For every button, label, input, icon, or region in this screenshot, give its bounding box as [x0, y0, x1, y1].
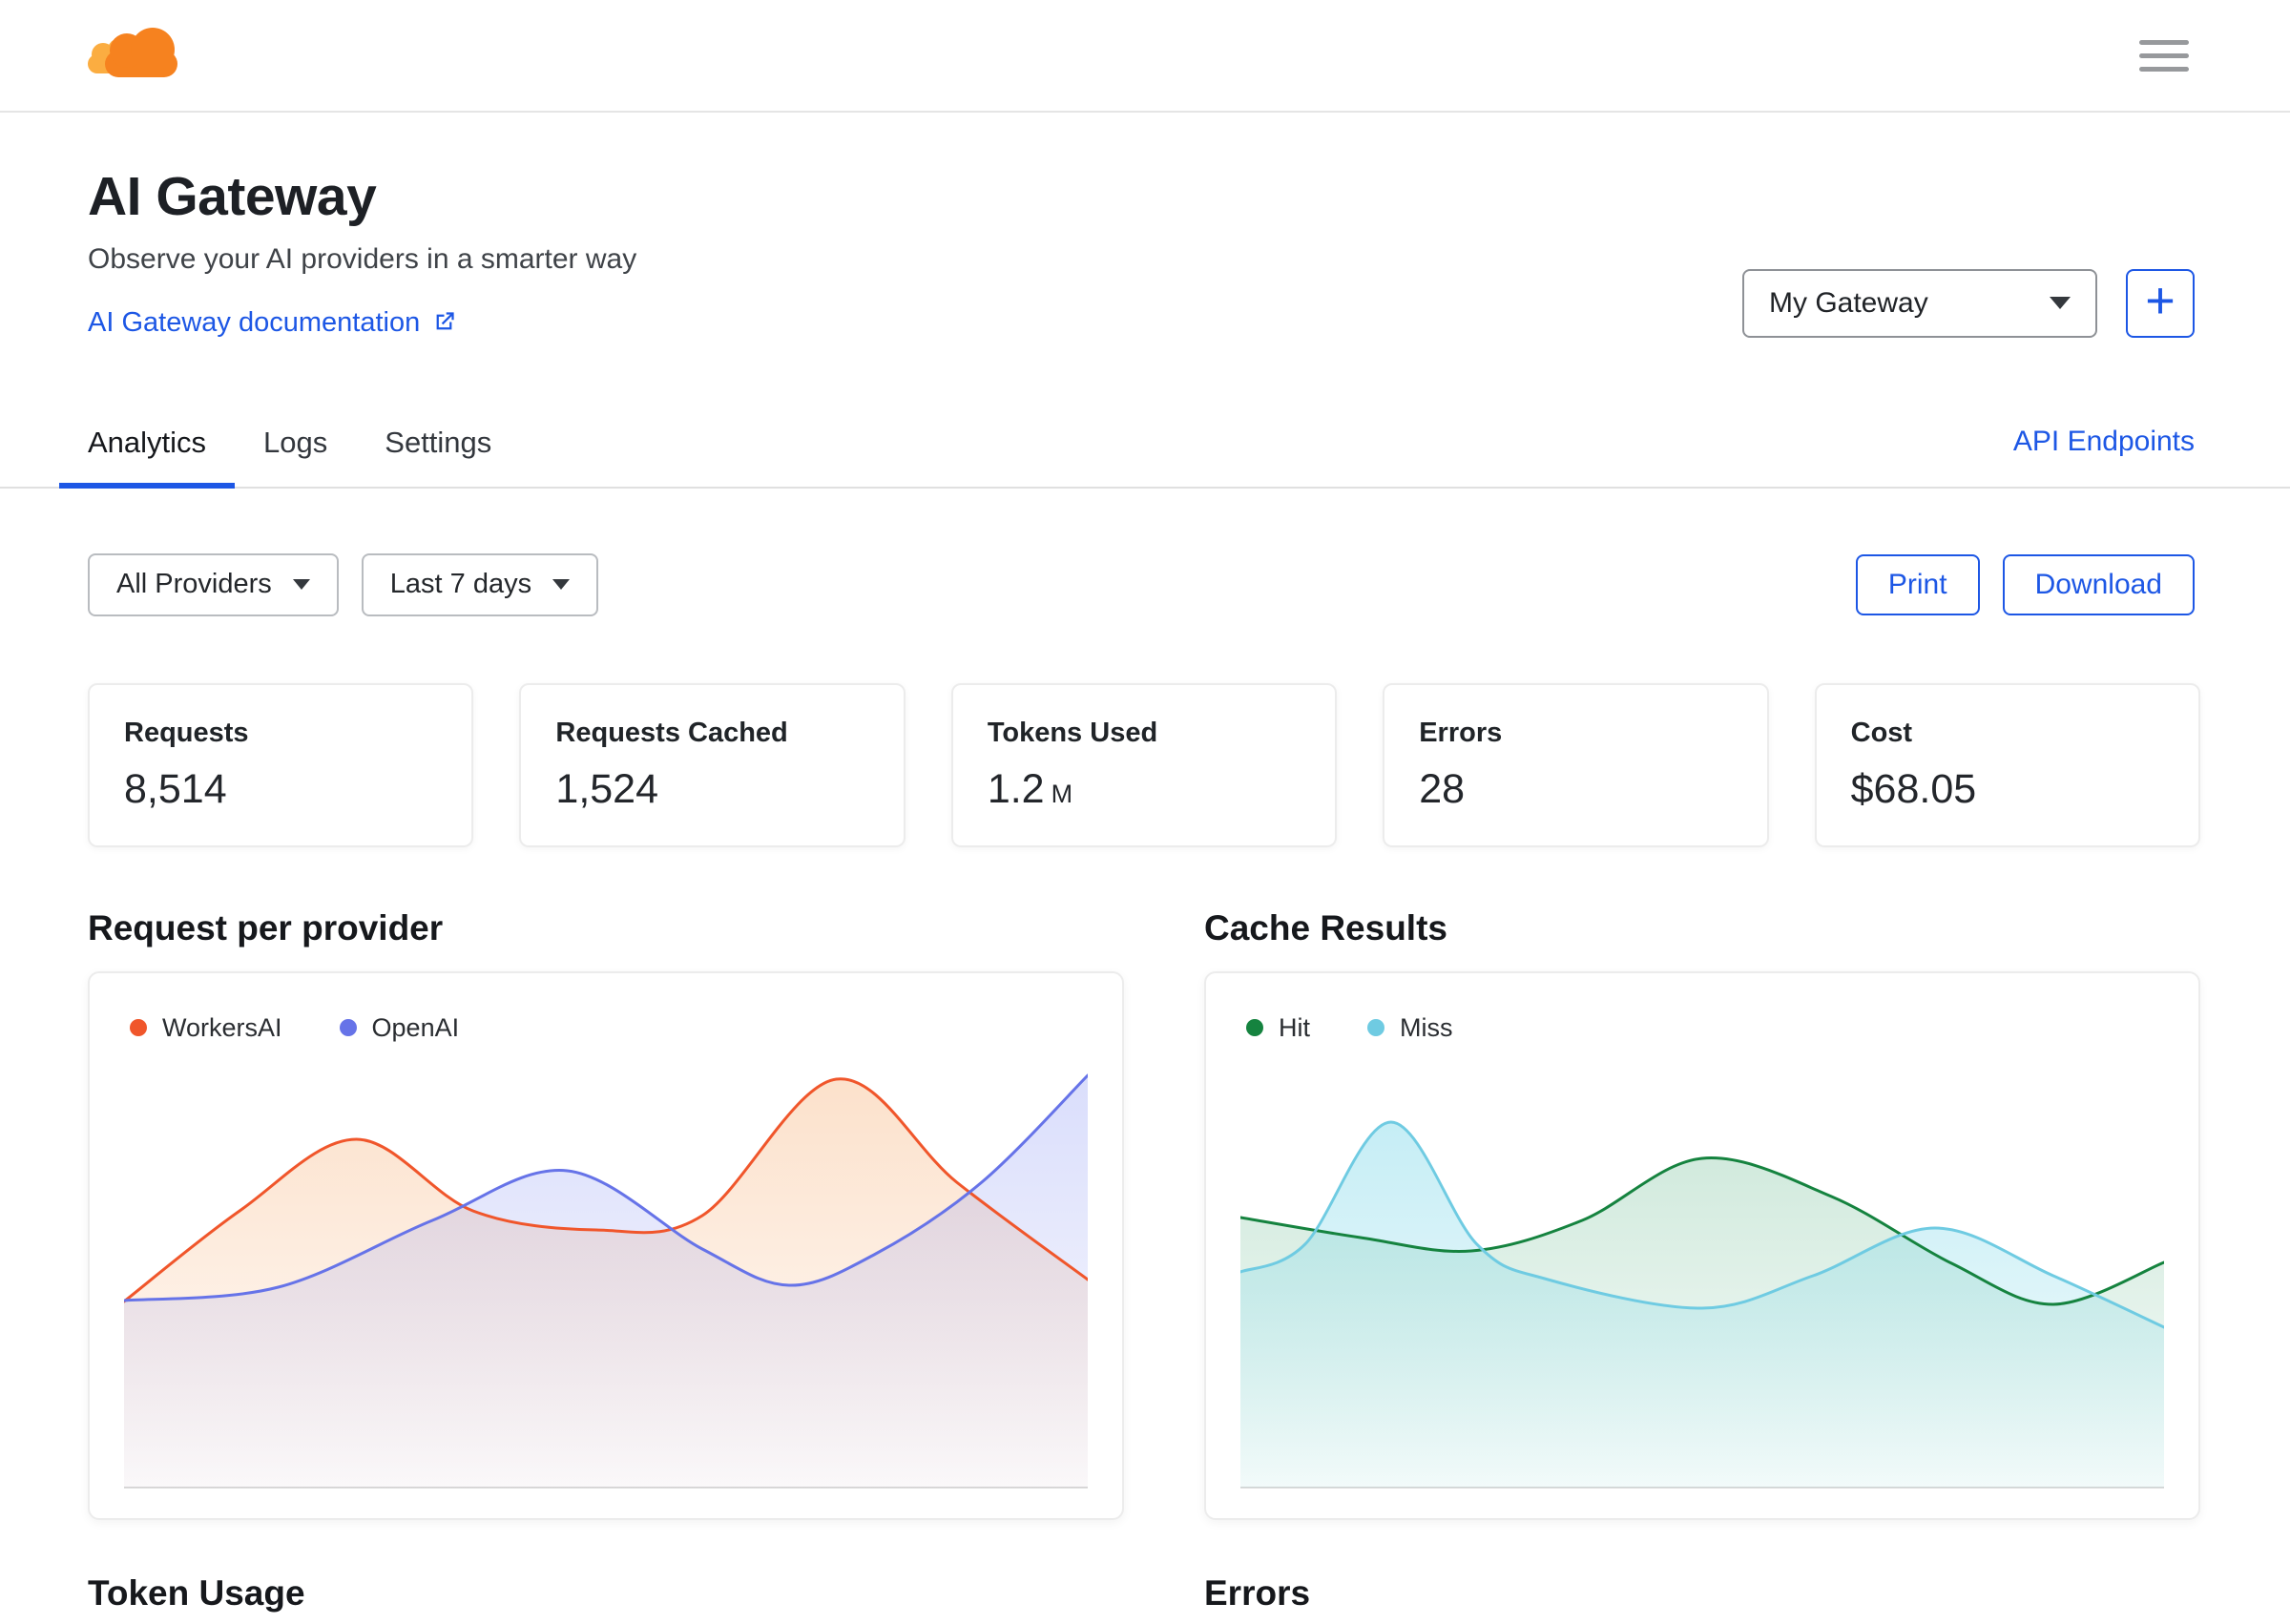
- page: AI Gateway Observe your AI providers in …: [0, 0, 2290, 1624]
- cache-results-chart: [1240, 1120, 2164, 1489]
- stat-value: 1,524: [555, 766, 868, 813]
- providers-filter-value: All Providers: [116, 569, 272, 600]
- legend-label: Miss: [1400, 1012, 1453, 1042]
- tab-logs[interactable]: Logs: [235, 426, 356, 487]
- stat-value: 1.2 M: [988, 766, 1301, 813]
- legend-dot-openai: [339, 1019, 357, 1037]
- stat-label: Errors: [1419, 717, 1503, 748]
- section-title-errors: Errors: [1204, 1572, 1311, 1613]
- documentation-link[interactable]: AI Gateway documentation: [88, 305, 457, 340]
- download-button[interactable]: Download: [2002, 553, 2195, 615]
- top-nav: [0, 0, 2290, 113]
- cache-results-card: Hit Miss: [1204, 970, 2200, 1520]
- cloudflare-cloud-icon: [105, 28, 177, 77]
- legend-item-openai: OpenAI: [339, 1012, 460, 1043]
- section-title-cache-results: Cache Results: [1204, 907, 1447, 947]
- requests-per-provider-card: WorkersAI OpenAI: [88, 970, 1124, 1520]
- gateway-selector[interactable]: My Gateway: [1742, 268, 2097, 338]
- title-block: AI Gateway Observe your AI providers in …: [88, 166, 636, 340]
- legend-item-workersai: WorkersAI: [130, 1013, 282, 1043]
- chart-legend: WorkersAI OpenAI: [124, 1013, 1088, 1043]
- gateway-selector-value: My Gateway: [1769, 286, 1928, 319]
- stat-number: 28: [1419, 765, 1466, 812]
- documentation-link-label: AI Gateway documentation: [88, 306, 421, 338]
- legend-dot-workersai: [130, 1019, 147, 1037]
- token-usage-section: Token Usage: [88, 1573, 1124, 1614]
- stat-label: Requests Cached: [555, 717, 788, 748]
- hamburger-bar: [2139, 39, 2189, 45]
- section-title-request-per-provider: Request per provider: [88, 907, 444, 947]
- stat-number: 1,524: [555, 765, 659, 812]
- hamburger-bar: [2139, 66, 2189, 72]
- legend-label: WorkersAI: [162, 1012, 282, 1042]
- tab-bar: Analytics Logs Settings API Endpoints: [0, 401, 2290, 489]
- chevron-down-icon: [552, 579, 571, 591]
- legend-dot-hit: [1246, 1019, 1263, 1037]
- tab-analytics[interactable]: Analytics: [59, 426, 236, 489]
- print-button[interactable]: Print: [1855, 553, 1980, 615]
- header-actions: My Gateway +: [1742, 268, 2195, 340]
- chart-legend: Hit Miss: [1240, 1013, 2164, 1043]
- stat-unit: M: [1051, 779, 1073, 808]
- section-title-token-usage: Token Usage: [88, 1572, 305, 1613]
- stat-card-requests-cached: Requests Cached 1,524: [519, 682, 906, 847]
- stat-number: 8,514: [124, 765, 227, 812]
- legend-dot-miss: [1367, 1019, 1384, 1037]
- date-range-value: Last 7 days: [389, 569, 532, 600]
- external-link-icon: [436, 312, 454, 330]
- requests-per-provider-chart: [124, 1073, 1088, 1489]
- legend-item-hit: Hit: [1246, 1013, 1310, 1043]
- chevron-down-icon: [292, 579, 310, 591]
- bottom-sections: Token Usage Errors: [0, 1520, 2290, 1614]
- stat-value: 28: [1419, 766, 1732, 813]
- providers-filter-dropdown[interactable]: All Providers: [88, 552, 339, 616]
- cloudflare-logo[interactable]: [88, 26, 179, 85]
- stat-number: $68.05: [1850, 765, 1977, 812]
- stat-number: 1.2: [987, 765, 1045, 812]
- errors-section: Errors: [1204, 1573, 2200, 1614]
- add-gateway-button[interactable]: +: [2126, 268, 2195, 338]
- stat-card-tokens-used: Tokens Used 1.2 M: [950, 682, 1338, 847]
- legend-label: Hit: [1279, 1012, 1310, 1042]
- stat-card-requests: Requests 8,514: [88, 682, 474, 847]
- stat-card-cost: Cost $68.05: [1814, 682, 2201, 847]
- date-range-dropdown[interactable]: Last 7 days: [361, 552, 599, 616]
- stat-label: Cost: [1850, 717, 1913, 748]
- page-subtitle: Observe your AI providers in a smarter w…: [88, 242, 637, 275]
- hamburger-bar: [2139, 52, 2189, 58]
- stat-label: Tokens Used: [987, 717, 1158, 748]
- legend-label: OpenAI: [371, 1012, 460, 1042]
- page-header: AI Gateway Observe your AI providers in …: [0, 113, 2290, 340]
- page-title: AI Gateway: [88, 166, 377, 227]
- plus-icon: +: [2145, 271, 2176, 329]
- chevron-down-icon: [2050, 297, 2071, 310]
- filter-toolbar: All Providers Last 7 days Print Download: [0, 489, 2290, 616]
- tab-settings[interactable]: Settings: [356, 426, 520, 487]
- legend-item-miss: Miss: [1367, 1013, 1453, 1043]
- cache-results-section: Cache Results Hit Miss: [1204, 908, 2200, 1520]
- stat-label: Requests: [124, 717, 249, 748]
- hamburger-menu-button[interactable]: [2137, 34, 2191, 77]
- charts-row: Request per provider WorkersAI OpenAI Ca…: [0, 847, 2290, 1520]
- stat-card-errors: Errors 28: [1383, 682, 1769, 847]
- api-endpoints-link[interactable]: API Endpoints: [2013, 426, 2195, 487]
- stat-value: 8,514: [124, 766, 437, 813]
- requests-per-provider-section: Request per provider WorkersAI OpenAI: [88, 908, 1124, 1520]
- stat-value: $68.05: [1851, 766, 2164, 813]
- stats-row: Requests 8,514 Requests Cached 1,524 Tok…: [0, 616, 2290, 847]
